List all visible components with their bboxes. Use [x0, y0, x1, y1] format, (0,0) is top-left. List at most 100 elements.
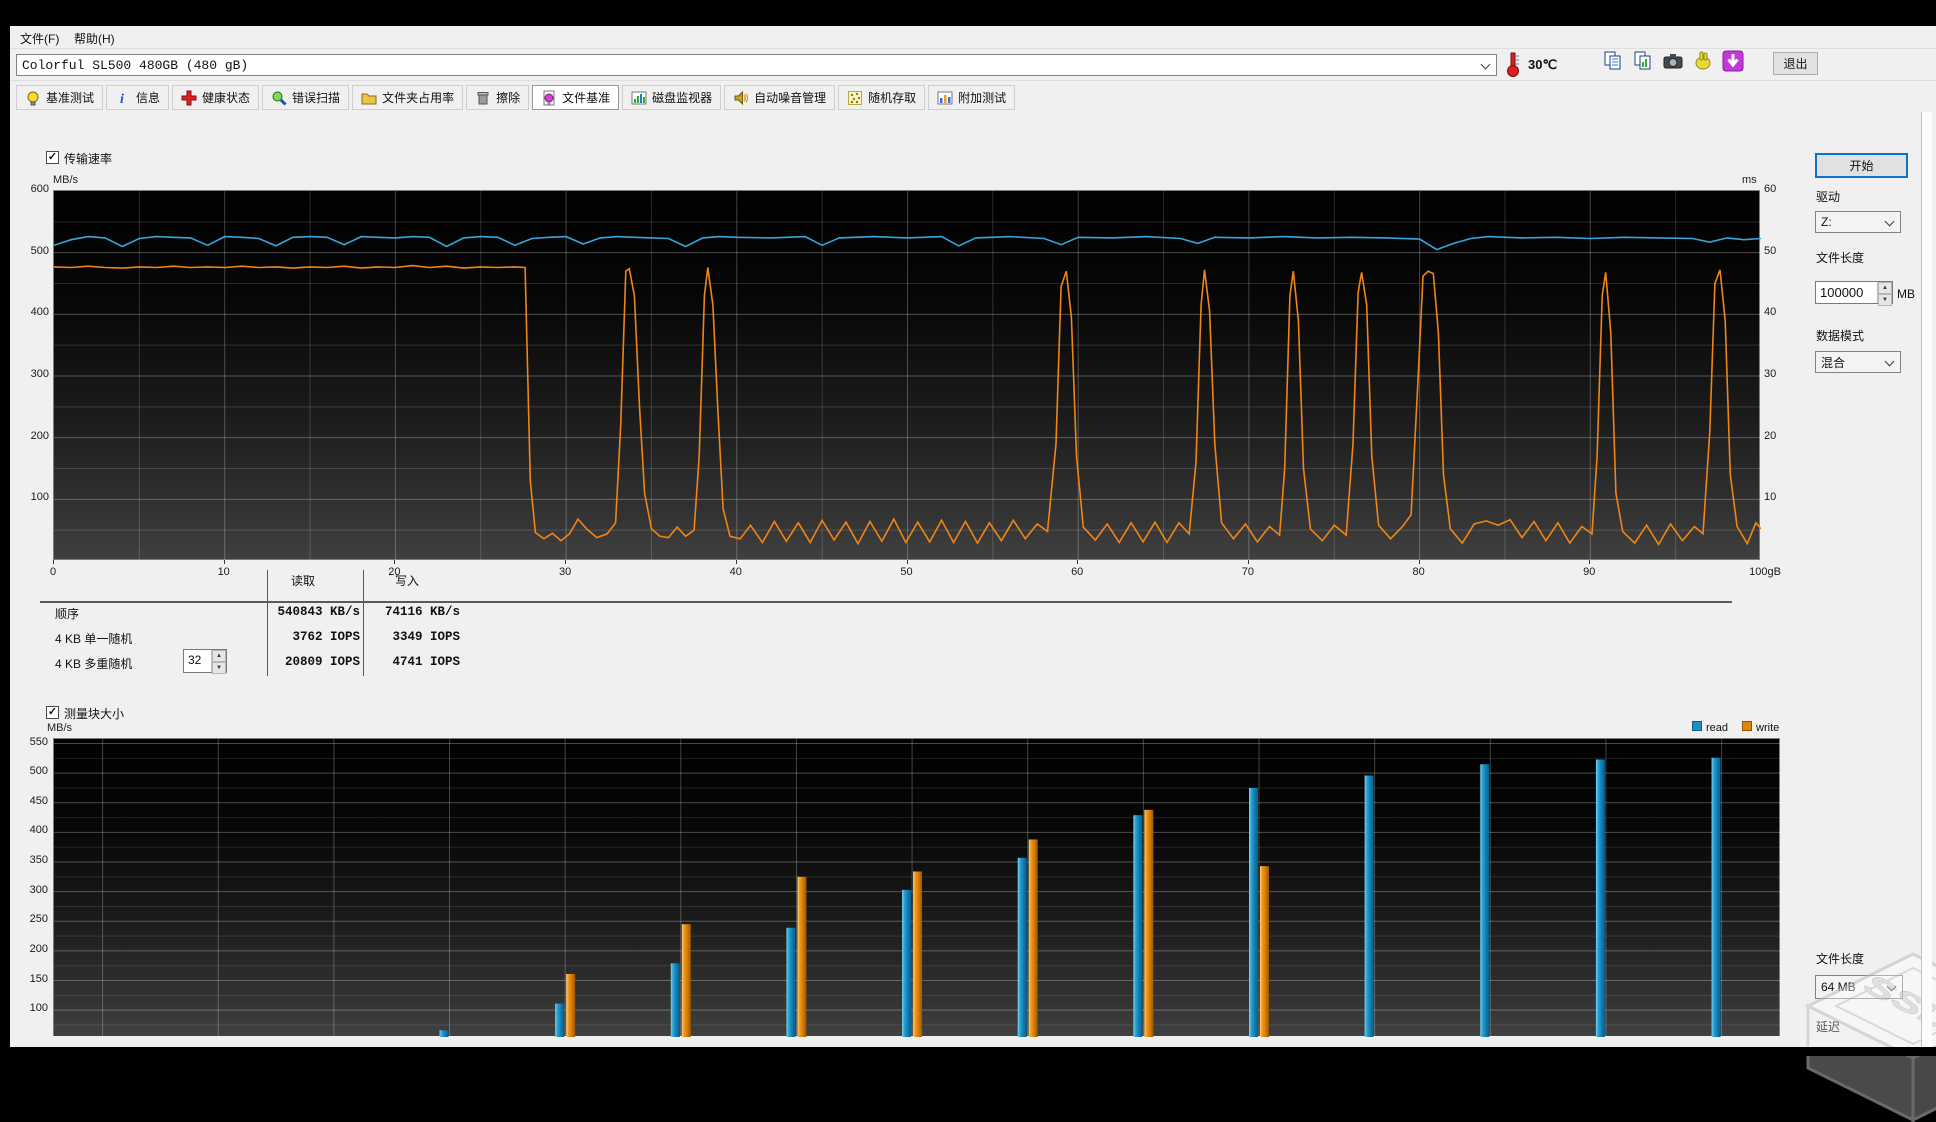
y-axis-tick-blocks: 150	[29, 972, 48, 985]
block-size-chart	[53, 738, 1781, 1037]
tab-label: 自动噪音管理	[754, 91, 827, 105]
x-axis-tick: 30	[558, 566, 572, 578]
spin-down-icon[interactable]: ▼	[1878, 294, 1892, 306]
tab-disk-monitor[interactable]: 磁盘监视器	[622, 85, 722, 110]
read-bar	[670, 963, 680, 1037]
donate-button[interactable]	[1690, 50, 1716, 76]
y-unit-label-2: MB/s	[47, 722, 73, 734]
ssd-watermark: SSD	[1804, 952, 1936, 1122]
transfer-rate-checkbox-label: 传输速率	[64, 152, 113, 166]
write-bar	[681, 924, 691, 1037]
chevron-down-icon	[1884, 356, 1895, 366]
tab-aam[interactable]: 自动噪音管理	[724, 85, 836, 110]
x-axis-tickmark	[53, 560, 54, 564]
y-axis-tick-blocks: 350	[29, 854, 48, 866]
write-bar	[566, 973, 576, 1037]
spin-down-icon[interactable]: ▼	[212, 662, 226, 674]
exit-button[interactable]: 退出	[1773, 52, 1818, 75]
y-axis-right-tick: 50	[1764, 244, 1777, 257]
table-row-read-value: 540843 KB/s	[277, 605, 360, 619]
file-length-arrows[interactable]: ▲ ▼	[1877, 282, 1892, 306]
x-axis-tickmark	[1247, 560, 1249, 564]
drive-label: 驱动	[1816, 190, 1841, 204]
write-bar	[1028, 839, 1038, 1037]
window-edge-strip	[1921, 112, 1932, 1047]
tab-label: 附加测试	[958, 91, 1007, 105]
y-axis-tick-blocks: 450	[29, 794, 48, 807]
y-axis-tick-blocks: 500	[29, 765, 48, 778]
read-bar	[1017, 857, 1027, 1037]
chevron-down-icon	[1884, 216, 1895, 226]
drive-select-value: Z:	[1821, 215, 1832, 229]
tab-label: 磁盘监视器	[652, 91, 713, 105]
copy-text-button[interactable]	[1600, 50, 1626, 76]
x-axis-tick: 50	[900, 566, 913, 578]
data-mode-value: 混合	[1821, 355, 1846, 370]
folder-usage-icon	[361, 90, 377, 106]
read-bar	[1595, 759, 1605, 1037]
y-axis-tick-blocks: 400	[29, 824, 48, 837]
block-size-checkbox[interactable]: ✓	[46, 706, 59, 719]
table-top-rule	[40, 601, 1732, 603]
screen: { "window": { "menu": {"items": ["文件(F)"…	[0, 0, 1936, 1122]
x-axis-tickmark	[394, 560, 396, 564]
queue-depth-stepper[interactable]: 32 ▲ ▼	[183, 649, 227, 674]
tab-health[interactable]: 健康状态	[172, 85, 260, 110]
tab-erase[interactable]: 擦除	[466, 85, 530, 110]
legend-read: read	[1692, 721, 1728, 734]
drive-select[interactable]: Z:	[1815, 211, 1901, 233]
tab-benchmark[interactable]: 基准测试	[16, 85, 104, 110]
menu-file[interactable]: 文件(F)	[14, 28, 65, 49]
camera-icon	[1662, 50, 1684, 77]
temperature-readout: 30℃	[1528, 57, 1558, 72]
spin-up-icon[interactable]: ▲	[1878, 282, 1892, 294]
data-mode-select[interactable]: 混合	[1815, 351, 1901, 373]
spin-up-icon[interactable]: ▲	[212, 650, 226, 662]
frame-top	[0, 0, 1936, 26]
save-icon	[1722, 50, 1744, 77]
toolbar-separator	[10, 80, 1936, 81]
tab-random-access[interactable]: 随机存取	[838, 85, 926, 110]
write-bar	[1144, 809, 1154, 1037]
y-axis-tick-blocks: 300	[29, 883, 48, 896]
menu-help[interactable]: 帮助(H)	[68, 28, 121, 49]
copy-image-button[interactable]	[1630, 50, 1656, 76]
extra-tests-icon	[937, 90, 953, 106]
legend-read-swatch-icon	[1692, 721, 1702, 731]
write-bar	[797, 876, 807, 1037]
table-row-write-value: 74116 KB/s	[384, 605, 460, 619]
device-selector[interactable]: Colorful SL500 480GB (480 gB)	[16, 54, 1497, 76]
tab-error-scan[interactable]: 错误扫描	[262, 85, 350, 110]
error-scan-icon	[271, 90, 287, 106]
x-axis-tick: 70	[1241, 566, 1255, 578]
file-length-stepper[interactable]: 100000 ▲ ▼	[1815, 281, 1893, 306]
read-bar	[555, 1003, 565, 1037]
read-bar	[1480, 764, 1490, 1037]
y-axis-right-tick: 40	[1764, 306, 1777, 319]
file-benchmark-icon	[541, 90, 557, 106]
y-axis-tick-blocks: 550	[29, 735, 48, 748]
tab-extra-tests[interactable]: 附加测试	[928, 85, 1016, 110]
table-row-read-value: 3762 IOPS	[292, 630, 360, 644]
start-button[interactable]: 开始	[1815, 153, 1908, 178]
x-axis-tickmark	[906, 560, 908, 564]
tab-label: 错误扫描	[292, 91, 341, 105]
aam-icon	[733, 90, 749, 106]
tab-file-benchmark[interactable]: 文件基准	[532, 85, 620, 110]
save-button[interactable]	[1720, 50, 1746, 76]
y-axis-right-tick: 20	[1764, 429, 1777, 442]
copy-text-icon	[1602, 50, 1624, 77]
x-axis-tickmark	[1418, 560, 1420, 564]
queue-depth-arrows[interactable]: ▲ ▼	[211, 650, 226, 674]
chart-legend: read write	[1692, 721, 1779, 734]
y-left-unit-label: MB/s	[53, 174, 79, 186]
transfer-rate-checkbox[interactable]: ✓	[46, 151, 59, 164]
camera-button[interactable]	[1660, 50, 1686, 76]
frame-left	[0, 0, 10, 1056]
svg-text:i: i	[120, 92, 124, 106]
x-axis-tickmark	[223, 560, 225, 564]
table-row-label: 4 KB 单一随机	[55, 632, 133, 646]
tab-folder-usage[interactable]: 文件夹占用率	[352, 85, 464, 110]
chevron-down-icon	[1480, 59, 1491, 69]
tab-info[interactable]: i 信息	[106, 85, 170, 110]
